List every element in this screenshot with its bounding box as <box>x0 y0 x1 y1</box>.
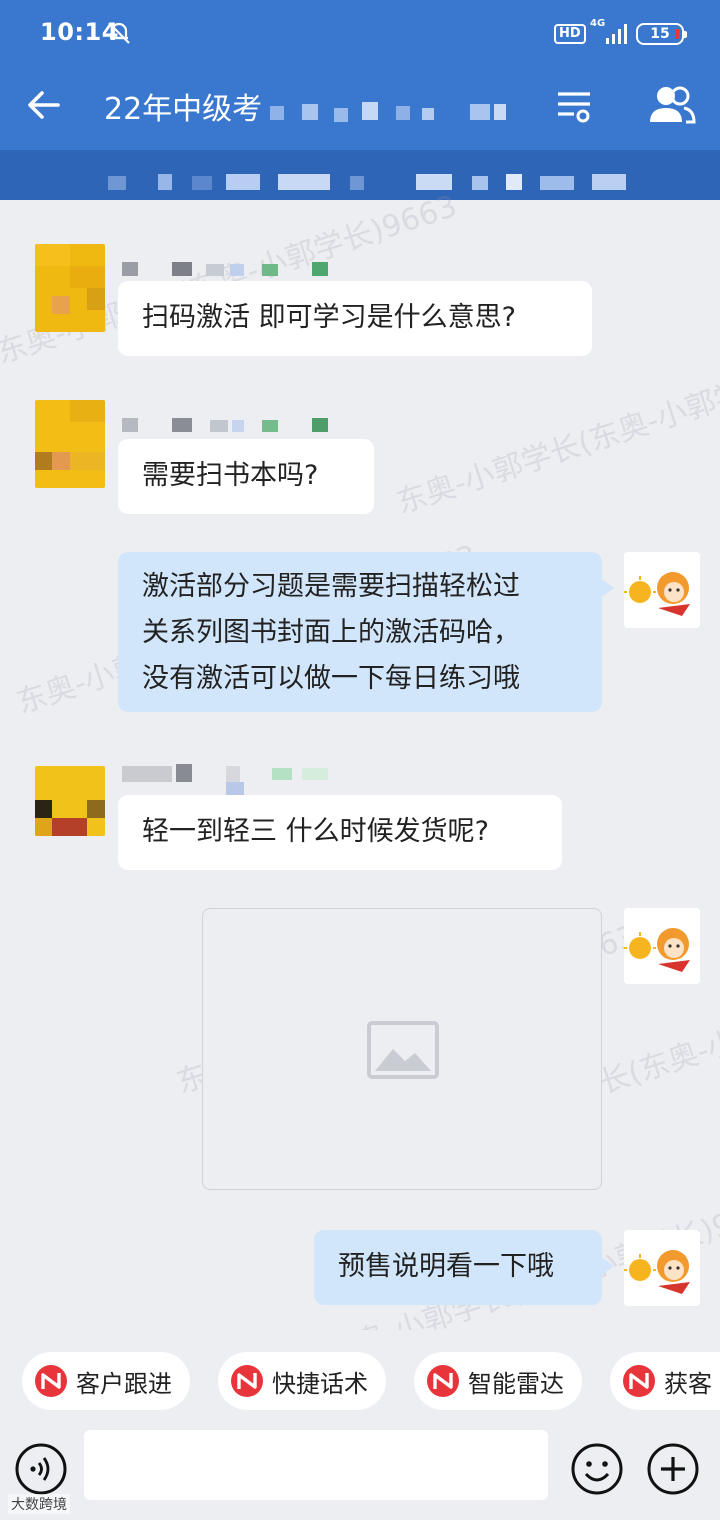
message-text: 扫码激活 即可学习是什么意思? <box>142 302 516 333</box>
n-logo-icon <box>231 1365 263 1397</box>
message-input[interactable] <box>84 1430 548 1500</box>
mute-bell-icon <box>108 22 130 44</box>
quick-action-customer-followup[interactable]: 客户跟进 <box>22 1352 190 1410</box>
agent-avatar[interactable] <box>624 552 700 628</box>
redacted-sender-name <box>122 262 328 276</box>
quick-action-acquire-customers[interactable]: 获客 <box>610 1352 720 1410</box>
hd-badge: HD <box>554 24 586 44</box>
quick-action-label: 快捷话术 <box>272 1369 368 1398</box>
quick-action-label: 客户跟进 <box>76 1369 172 1398</box>
group-members-icon[interactable] <box>646 84 696 126</box>
redacted-subtitle-mosaic <box>108 174 626 190</box>
image-placeholder-icon <box>367 1021 439 1079</box>
emoji-icon[interactable] <box>570 1442 624 1496</box>
status-bar: 10:14 HD 4G 15 <box>0 0 720 70</box>
agent-avatar[interactable] <box>624 1230 700 1306</box>
n-logo-icon <box>623 1365 655 1397</box>
n-logo-icon <box>427 1365 459 1397</box>
message-text: 轻一到轻三 什么时候发货呢? <box>142 816 489 847</box>
signal-icon <box>606 24 627 44</box>
app-header: 10:14 HD 4G 15 22年中级考 <box>0 0 720 200</box>
title-bar: 22年中级考 <box>0 70 720 140</box>
message-text: 需要扫书本吗? <box>142 460 319 491</box>
message-line: 激活部分习题是需要扫描轻松过 <box>142 571 520 602</box>
message-bubble-outgoing[interactable]: 预售说明看一下哦 <box>314 1230 614 1305</box>
quick-action-label: 智能雷达 <box>468 1369 564 1398</box>
message-line: 没有激活可以做一下每日练习哦 <box>142 663 520 694</box>
quick-action-label: 获客 <box>664 1369 712 1398</box>
back-arrow-icon[interactable] <box>24 85 64 125</box>
quick-action-smart-radar[interactable]: 智能雷达 <box>414 1352 582 1410</box>
message-bubble-incoming[interactable]: 扫码激活 即可学习是什么意思? <box>118 281 592 356</box>
contact-avatar[interactable] <box>35 400 105 488</box>
corner-watermark: 大数跨境 <box>8 1494 70 1514</box>
contact-avatar[interactable] <box>35 766 105 836</box>
n-logo-icon <box>35 1365 67 1397</box>
filter-list-icon[interactable] <box>554 86 594 126</box>
redacted-sender-name <box>122 418 328 432</box>
voice-input-icon[interactable] <box>14 1442 68 1496</box>
message-text: 预售说明看一下哦 <box>338 1251 554 1282</box>
redacted-sender-name <box>122 764 328 796</box>
redacted-title-mosaic <box>270 102 506 122</box>
chat-title: 22年中级考 <box>104 92 263 127</box>
contact-avatar[interactable] <box>35 244 105 332</box>
battery-tip <box>684 31 687 38</box>
message-line: 关系列图书封面上的激活码哈， <box>142 617 520 648</box>
battery-indicator: 15 <box>636 23 687 45</box>
message-bubble-incoming[interactable]: 需要扫书本吗? <box>118 439 374 514</box>
battery-low-fill <box>675 29 679 39</box>
more-options-plus-icon[interactable] <box>646 1442 700 1496</box>
message-bubble-incoming[interactable]: 轻一到轻三 什么时候发货呢? <box>118 795 562 870</box>
battery-level: 15 <box>650 26 670 42</box>
message-bubble-outgoing[interactable]: 激活部分习题是需要扫描轻松过 关系列图书封面上的激活码哈， 没有激活可以做一下每… <box>118 552 614 712</box>
quick-action-quick-replies[interactable]: 快捷话术 <box>218 1352 386 1410</box>
agent-avatar[interactable] <box>624 908 700 984</box>
quick-action-bar: 客户跟进 快捷话术 智能雷达 获客 <box>0 1330 720 1430</box>
message-input-bar <box>0 1430 720 1520</box>
image-message[interactable] <box>202 908 602 1190</box>
watermark: 东奥-小郭学长(东奥-小郭学长)9663 <box>392 338 720 521</box>
